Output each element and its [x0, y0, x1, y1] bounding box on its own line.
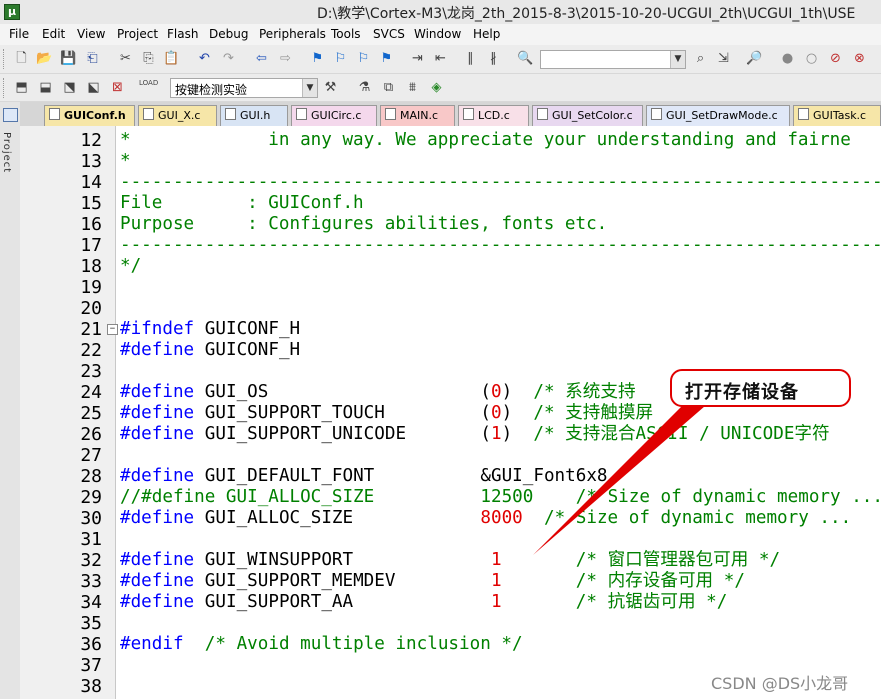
annotation-callout: 打开存储设备: [670, 369, 851, 407]
annotation-arrow: [533, 400, 705, 555]
annotation-callout-text: 打开存储设备: [685, 382, 799, 403]
annotation-arrow-shape: [533, 400, 705, 555]
watermark: CSDN @DS小龙哥: [711, 674, 849, 693]
